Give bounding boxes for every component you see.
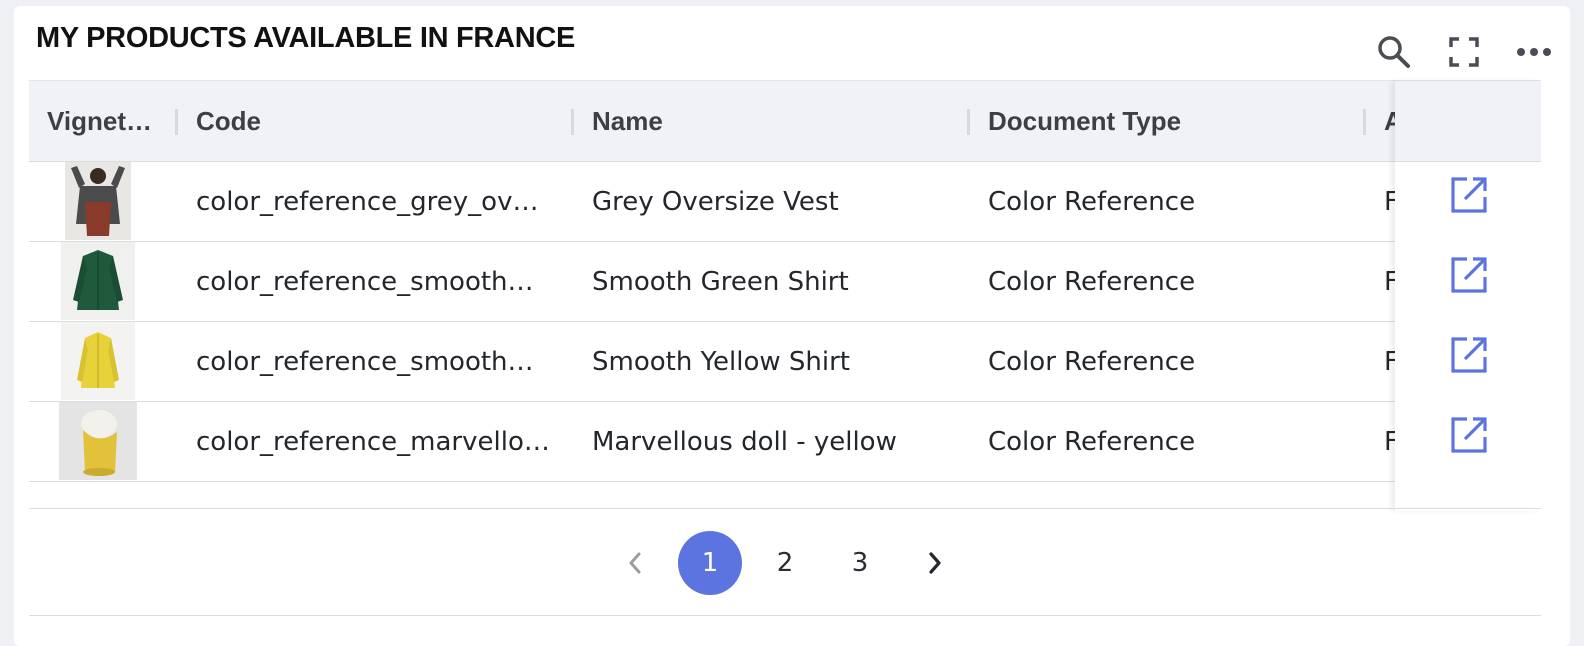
open-external-icon[interactable] bbox=[1447, 333, 1491, 377]
search-icon[interactable] bbox=[1374, 32, 1414, 72]
cell-code: color_reference_grey_ov… bbox=[196, 186, 539, 217]
open-external-icon[interactable] bbox=[1447, 253, 1491, 297]
cell-name: Marvellous doll - yellow bbox=[592, 426, 897, 457]
chevron-left-icon[interactable] bbox=[603, 531, 667, 595]
cell-code: color_reference_smooth… bbox=[196, 346, 534, 377]
actions-column bbox=[1395, 81, 1541, 511]
column-header-code[interactable]: Code bbox=[196, 81, 556, 161]
cell-code: color_reference_marvello… bbox=[196, 426, 550, 457]
column-resizer[interactable] bbox=[571, 109, 574, 135]
pagination: 1 2 3 bbox=[29, 508, 1541, 616]
cell-name: Smooth Yellow Shirt bbox=[592, 346, 850, 377]
actions-column-header bbox=[1395, 81, 1541, 162]
more-icon[interactable] bbox=[1514, 32, 1554, 72]
widget-toolbar bbox=[1374, 32, 1554, 72]
table-row[interactable]: color_reference_marvello… Marvellous dol… bbox=[29, 402, 1541, 482]
products-table: Vignet… Code Name Document Type A color_… bbox=[29, 80, 1541, 511]
column-resizer[interactable] bbox=[175, 109, 178, 135]
cell-name: Smooth Green Shirt bbox=[592, 266, 849, 297]
column-resizer[interactable] bbox=[967, 109, 970, 135]
product-thumbnail bbox=[61, 322, 135, 400]
product-thumbnail bbox=[65, 162, 131, 240]
cell-document-type: Color Reference bbox=[988, 186, 1196, 217]
page-button-2[interactable]: 2 bbox=[753, 531, 817, 595]
table-header: Vignet… Code Name Document Type A bbox=[29, 81, 1541, 162]
table-row[interactable]: color_reference_smooth… Smooth Green Shi… bbox=[29, 242, 1541, 322]
column-header-name[interactable]: Name bbox=[592, 81, 952, 161]
cell-document-type: Color Reference bbox=[988, 426, 1196, 457]
cell-code: color_reference_smooth… bbox=[196, 266, 534, 297]
chevron-right-icon[interactable] bbox=[903, 531, 967, 595]
products-widget: MY PRODUCTS AVAILABLE IN FRANCE Vignet… … bbox=[14, 6, 1570, 646]
fullscreen-icon[interactable] bbox=[1444, 32, 1484, 72]
table-row[interactable]: color_reference_grey_ov… Grey Oversize V… bbox=[29, 162, 1541, 242]
cell-name: Grey Oversize Vest bbox=[592, 186, 839, 217]
open-external-icon[interactable] bbox=[1447, 413, 1491, 457]
column-header-document-type[interactable]: Document Type bbox=[988, 81, 1348, 161]
cell-document-type: Color Reference bbox=[988, 346, 1196, 377]
table-row[interactable]: color_reference_smooth… Smooth Yellow Sh… bbox=[29, 322, 1541, 402]
column-resizer[interactable] bbox=[1363, 109, 1366, 135]
product-thumbnail bbox=[59, 402, 137, 480]
page-button-1[interactable]: 1 bbox=[678, 531, 742, 595]
page-button-3[interactable]: 3 bbox=[828, 531, 892, 595]
product-thumbnail bbox=[61, 242, 135, 320]
widget-title: MY PRODUCTS AVAILABLE IN FRANCE bbox=[36, 22, 576, 54]
column-header-vignette[interactable]: Vignet… bbox=[47, 81, 171, 161]
open-external-icon[interactable] bbox=[1447, 173, 1491, 217]
cell-document-type: Color Reference bbox=[988, 266, 1196, 297]
